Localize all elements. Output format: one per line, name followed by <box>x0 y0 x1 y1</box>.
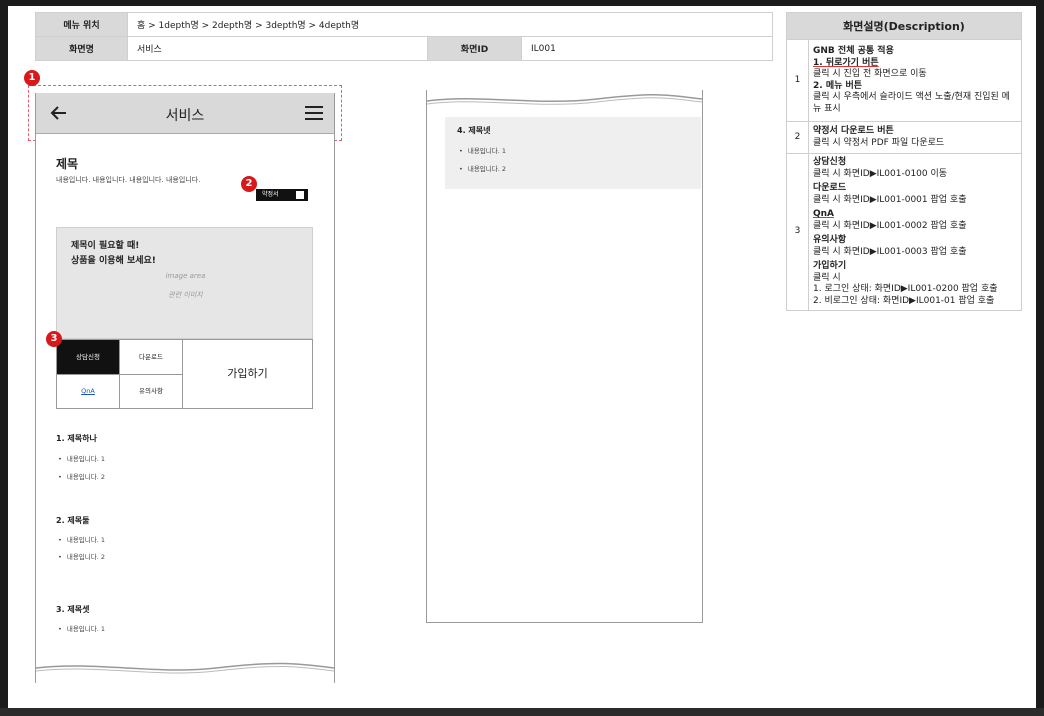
menu-location-label: 메뉴 위치 <box>35 12 128 37</box>
desc-row-number: 1 <box>786 39 809 122</box>
desc-line: 상담신청 <box>813 157 847 167</box>
section-title: 4. 제목넷 <box>457 126 491 135</box>
screen-info-table: 메뉴 위치 홈 > 1depth명 > 2depth명 > 3depth명 > … <box>35 12 773 61</box>
terms-download-label: 약정서 <box>262 191 279 198</box>
image-area-label: image area <box>165 272 206 280</box>
list-item: 내용입니다. 1 <box>459 145 506 155</box>
screen-id-label: 화면ID <box>427 36 522 61</box>
image-caption: 관련 이미지 <box>168 291 203 299</box>
list-item: 내용입니다. 2 <box>459 163 506 173</box>
desc-row-content: GNB 전체 공통 적용 1. 뒤로가기 버튼 클릭 시 진입 전 화면으로 이… <box>808 39 1022 122</box>
desc-line: 약정서 다운로드 버튼 <box>813 126 894 136</box>
terms-download-button[interactable]: 약정서 <box>256 189 308 201</box>
desc-line: 2. 메뉴 버튼 <box>813 80 863 91</box>
download-button[interactable]: 다운로드 <box>120 340 183 375</box>
desc-row-number: 3 <box>786 153 809 311</box>
consult-button[interactable]: 상담신청 <box>57 340 120 375</box>
content-text: 내용입니다. 내용입니다. 내용입니다. 내용입니다. <box>56 176 201 184</box>
desc-line: 클릭 시 우측에서 슬라이드 액션 노출/현재 진입된 메뉴 표시 <box>813 92 1010 114</box>
screen-name-label: 화면명 <box>35 36 128 61</box>
desc-line: 클릭 시 화면ID▶IL001-0003 팝업 호출 <box>813 246 967 257</box>
annotation-marker-1: 1 <box>24 70 40 86</box>
spec-page: 메뉴 위치 홈 > 1depth명 > 2depth명 > 3depth명 > … <box>8 6 1036 708</box>
description-table: 화면설명(Description) 1 GNB 전체 공통 적용 1. 뒤로가기… <box>786 12 1022 311</box>
notice-button[interactable]: 유의사항 <box>120 375 183 408</box>
promo-banner: 제목이 필요할 때! 상품을 이용해 보세요! image area 관련 이미… <box>56 227 313 339</box>
list-item: 내용입니다. 2 <box>58 551 105 561</box>
content-title: 제목 <box>56 157 79 171</box>
desc-line: 클릭 시 약정서 PDF 파일 다운로드 <box>813 137 945 148</box>
screen-name-value: 서비스 <box>127 36 428 61</box>
desc-line: 클릭 시 화면ID▶IL001-0100 이동 <box>813 168 948 179</box>
section-title: 2. 제목둘 <box>56 516 90 525</box>
hamburger-menu-icon[interactable] <box>304 104 324 122</box>
desc-row-content: 약정서 다운로드 버튼 클릭 시 약정서 PDF 파일 다운로드 <box>808 121 1022 154</box>
app-title: 서비스 <box>165 108 205 124</box>
desc-row-content: 상담신청 클릭 시 화면ID▶IL001-0100 이동 다운로드 클릭 시 화… <box>808 153 1022 311</box>
annotation-marker-3: 3 <box>46 331 62 347</box>
desc-line: GNB 전체 공통 적용 <box>813 46 894 56</box>
desc-row-number: 2 <box>786 121 809 154</box>
desc-line: 클릭 시 진입 전 화면으로 이동 <box>813 69 927 79</box>
cut-wave-divider <box>36 662 334 674</box>
desc-line: 다운로드 <box>813 183 847 193</box>
list-item: 내용입니다. 2 <box>58 471 105 481</box>
cut-wave-divider <box>427 94 702 105</box>
banner-line-1: 제목이 필요할 때! <box>71 241 140 251</box>
desc-line: 2. 비로그인 상태: 화면ID▶IL001-01 팝업 호출 <box>813 295 995 306</box>
description-title: 화면설명(Description) <box>786 12 1022 40</box>
desc-line: 가입하기 <box>813 261 847 271</box>
qna-button[interactable]: QnA <box>57 375 120 408</box>
desc-line: 클릭 시 <box>813 272 841 283</box>
desc-line: 클릭 시 화면ID▶IL001-0001 팝업 호출 <box>813 194 967 205</box>
download-icon <box>296 191 304 199</box>
action-button-grid: 상담신청 다운로드 QnA 유의사항 가입하기 <box>56 339 313 409</box>
list-item: 내용입니다. 1 <box>58 623 105 633</box>
annotation-marker-2: 2 <box>241 176 257 192</box>
desc-line: 유의사항 <box>813 235 847 245</box>
section-box: 4. 제목넷 내용입니다. 1 내용입니다. 2 <box>445 117 701 189</box>
desc-line: 클릭 시 화면ID▶IL001-0002 팝업 호출 <box>813 220 967 231</box>
app-bar: 서비스 <box>36 93 334 134</box>
section-title: 3. 제목셋 <box>56 605 90 614</box>
desc-line: QnA <box>813 209 835 219</box>
list-item: 내용입니다. 1 <box>58 534 105 544</box>
menu-location-value: 홈 > 1depth명 > 2depth명 > 3depth명 > 4depth… <box>127 12 773 37</box>
join-button[interactable]: 가입하기 <box>183 340 312 408</box>
desc-line: 1. 뒤로가기 버튼 <box>813 57 879 68</box>
list-item: 내용입니다. 1 <box>58 453 105 463</box>
banner-line-2: 상품을 이용해 보세요! <box>71 256 156 266</box>
mobile-screen: 서비스 제목 내용입니다. 내용입니다. 내용입니다. 내용입니다. 약정서 제… <box>35 93 335 683</box>
section-title: 1. 제목하나 <box>56 434 97 443</box>
mobile-screen-continued: 4. 제목넷 내용입니다. 1 내용입니다. 2 <box>426 90 703 623</box>
screen-id-value: IL001 <box>521 36 773 61</box>
desc-line: 1. 로그인 상태: 화면ID▶IL001-0200 팝업 호출 <box>813 284 998 294</box>
bottom-bar <box>0 708 1044 716</box>
